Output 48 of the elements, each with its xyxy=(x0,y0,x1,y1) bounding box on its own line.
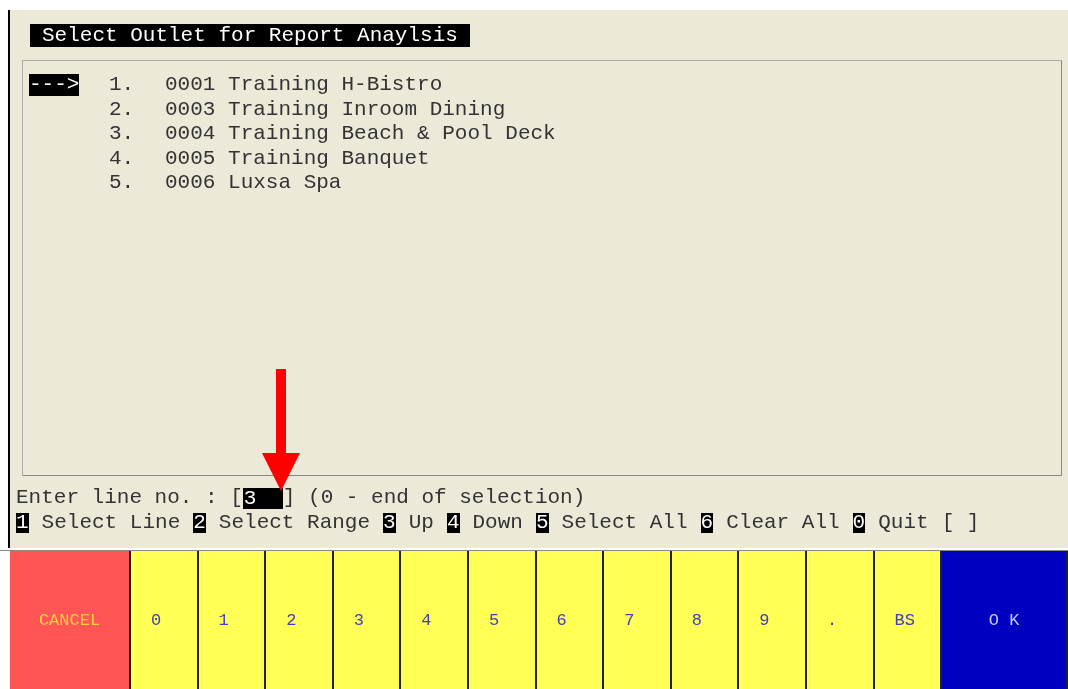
line-number: 4. xyxy=(109,146,136,171)
line-number-field[interactable]: 3 xyxy=(242,487,283,509)
outlet-code: 0005 xyxy=(165,146,216,171)
keypad-key[interactable]: 8 xyxy=(671,551,740,689)
keypad-key[interactable]: 5 xyxy=(468,551,537,689)
line-number: 2. xyxy=(109,97,136,122)
outlet-name: Training Beach & Pool Deck xyxy=(228,122,556,147)
outlet-code: 0006 xyxy=(165,171,216,196)
hotkey-key: 5 xyxy=(535,512,549,533)
keypad-key[interactable]: 1 xyxy=(198,551,267,689)
outlet-code: 0004 xyxy=(165,122,216,147)
outlet-code: 0003 xyxy=(165,97,216,122)
hotkey-label: Select Line xyxy=(41,510,181,535)
screen-title: Select Outlet for Report Anaylsis xyxy=(30,24,470,47)
outlet-name: Training H-Bistro xyxy=(228,73,443,98)
keypad-key[interactable]: 0 xyxy=(131,551,199,689)
hotkey-label: Clear All xyxy=(726,510,840,535)
hotkey-label: Select Range xyxy=(218,510,371,535)
hotkey-key: 6 xyxy=(700,512,714,533)
outlet-name: Training Inroom Dining xyxy=(228,97,506,122)
hotkey-key: 0 xyxy=(852,512,866,533)
keypad-key[interactable]: 3 xyxy=(333,551,402,689)
hotkey-label: Select All xyxy=(561,510,688,535)
hotkey-label: Down xyxy=(472,510,523,535)
line-number: 3. xyxy=(109,122,136,147)
keypad-key[interactable]: 9 xyxy=(739,551,807,689)
hotkey-key: 1 xyxy=(16,512,29,533)
line-number: 5. xyxy=(109,171,136,196)
outlet-code: 0001 xyxy=(165,73,216,98)
ok-button[interactable]: O K xyxy=(942,551,1068,689)
hotkey-label: Up xyxy=(408,510,434,535)
keypad-key[interactable]: . xyxy=(806,551,875,689)
row-pointer: ---> xyxy=(29,74,80,97)
hotkey-key: 4 xyxy=(446,512,460,533)
keypad-key[interactable]: 6 xyxy=(536,551,605,689)
keypad-key[interactable]: 7 xyxy=(604,551,672,689)
keypad-key[interactable]: 2 xyxy=(266,551,334,689)
hotkey-label: Quit xyxy=(878,510,929,535)
keypad-key[interactable]: BS xyxy=(874,551,943,689)
line-number: 1. xyxy=(109,73,136,98)
keypad-key[interactable]: 4 xyxy=(401,551,469,689)
outlet-name: Luxsa Spa xyxy=(228,171,342,196)
outlet-name: Training Banquet xyxy=(228,146,430,171)
prompt-hint: ] (0 - end of selection) xyxy=(282,486,586,511)
choice-field: [ ] xyxy=(941,510,980,535)
hotkey-key: 3 xyxy=(383,512,396,533)
prompt-label: Enter line no. : [ xyxy=(16,486,243,511)
hotkey-key: 2 xyxy=(193,512,206,533)
